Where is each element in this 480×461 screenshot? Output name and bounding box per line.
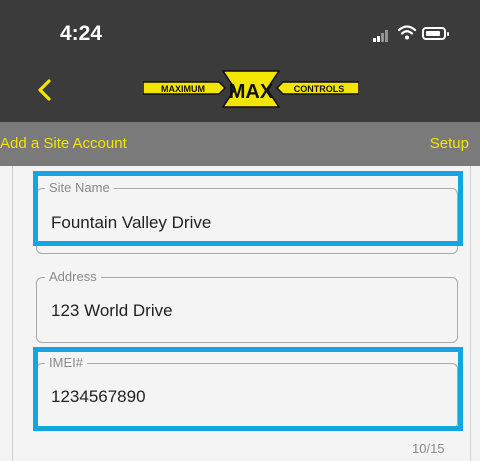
- address-label: Address: [45, 269, 101, 284]
- nav-bar: MAXIMUM MAX CONTROLS: [0, 60, 480, 122]
- logo-right-text: CONTROLS: [294, 84, 345, 94]
- imei-highlight: [33, 347, 463, 431]
- brand-logo: MAXIMUM MAX CONTROLS: [143, 70, 359, 108]
- signal-icon: [373, 30, 389, 42]
- status-time: 4:24: [60, 22, 103, 45]
- site-name-highlight: [33, 171, 463, 246]
- sub-header: Add a Site Account Setup: [0, 122, 480, 166]
- logo-center-text: MAX: [229, 81, 274, 103]
- page-title: Add a Site Account: [0, 135, 127, 152]
- address-field[interactable]: Address 123 World Drive: [36, 269, 458, 343]
- setup-link[interactable]: Setup: [430, 135, 469, 152]
- logo-left-text: MAXIMUM: [161, 84, 205, 94]
- address-value: 123 World Drive: [51, 301, 173, 320]
- battery-icon: [422, 27, 449, 40]
- status-bar: 4:24: [0, 0, 480, 60]
- imei-char-counter: 10/15: [412, 441, 445, 456]
- wifi-icon: [397, 25, 417, 40]
- chevron-left-icon[interactable]: [34, 78, 58, 102]
